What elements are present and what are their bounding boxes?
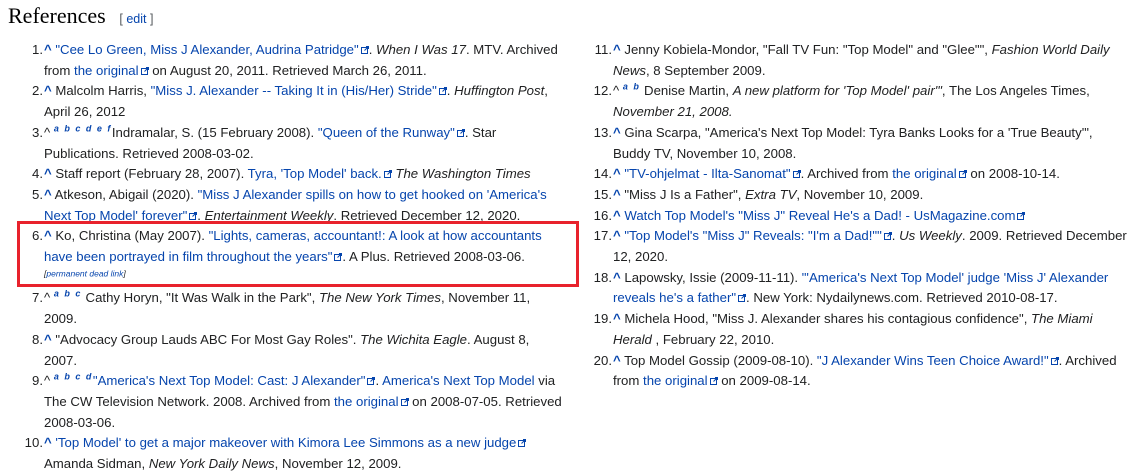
external-link-icon [792, 170, 801, 179]
date-italic: November 21, 2008. [613, 104, 733, 120]
section-title: References [8, 3, 106, 28]
backlink-caret[interactable]: ^ [613, 353, 621, 368]
reference-item: 13. ^ Gina Scarpa, "America's Next Top M… [593, 124, 1093, 161]
external-link-icon [738, 294, 747, 303]
work-title: Us Weekly [899, 228, 962, 244]
backlink-caret[interactable]: ^ [613, 187, 621, 202]
reference-item: 7. ^ a b c Cathy Horyn, "It Was Walk in … [32, 289, 531, 327]
reference-item: 20. ^ Top Model Gossip (2009-08-10). "J … [593, 352, 1117, 389]
backlink-caret[interactable]: ^ [44, 83, 52, 98]
dead-link[interactable]: permanent dead link [46, 268, 123, 278]
external-link-icon [383, 170, 392, 179]
reference-item: 3. ^ a b c d e fIndramalar, S. (15 Febru… [32, 123, 497, 161]
external-link-icon [709, 377, 718, 386]
external-link-icon [438, 87, 447, 96]
backlink-caret[interactable]: ^ [613, 208, 621, 223]
work-title: When I Was 17 [376, 42, 466, 57]
backlink-letters[interactable]: a b c d e f [54, 123, 112, 133]
work-title: A new platform for 'Top Model' pair'" [732, 83, 942, 99]
references-list-left: 1. ^ "Cee Lo Green, Miss J Alexander, Au… [24, 40, 564, 475]
backlink-caret: ^ [44, 124, 51, 140]
citation-link[interactable]: "Miss J. Alexander -- Taking It in (His/… [151, 83, 437, 98]
work-title: The Wichita Eagle [360, 331, 468, 347]
reference-item: 17. ^ "Top Model's "Miss J" Reveals: "I'… [593, 228, 1127, 265]
backlink-caret[interactable]: ^ [44, 166, 52, 181]
citation-link[interactable]: "Queen of the Runway" [318, 125, 455, 140]
dead-link-note: [permanent dead link] [44, 268, 126, 279]
external-link-icon [456, 128, 465, 137]
external-link-icon [400, 397, 409, 406]
external-link-icon [360, 46, 369, 54]
reference-item: 18. ^ Lapowsky, Issie (2009-11-11). "'Am… [593, 269, 1109, 306]
backlink-caret[interactable]: ^ [44, 228, 52, 243]
citation-link[interactable]: Tyra, 'Top Model' back. [248, 166, 382, 181]
reference-item: 9. ^ a b c d"America's Next Top Model: C… [32, 371, 562, 430]
backlink-caret[interactable]: ^ [44, 435, 52, 450]
reference-item: 6. ^ Ko, Christina (May 2007). "Lights, … [32, 228, 542, 279]
backlink-letters[interactable]: a b c [54, 289, 82, 299]
work-title: Huffington Post [454, 83, 545, 99]
citation-link[interactable]: "J Alexander Wins Teen Choice Award!" [817, 353, 1049, 368]
reference-item: 14. ^ "TV-ohjelmat - Ilta-Sanomat". Arch… [593, 166, 1060, 182]
work-title: The New York Times [318, 290, 441, 306]
external-link-icon [883, 232, 892, 241]
backlink-caret[interactable]: ^ [613, 270, 621, 285]
backlink-caret[interactable]: ^ [44, 42, 52, 57]
backlink-caret: ^ [44, 373, 51, 389]
archive-link[interactable]: the original [334, 394, 399, 409]
external-link-icon [140, 66, 149, 75]
reference-item: 2. ^ Malcolm Harris, "Miss J. Alexander … [32, 83, 548, 120]
archive-link[interactable]: the original [643, 373, 708, 388]
reference-item: 5. ^ Atkeson, Abigail (2020). "Miss J Al… [32, 186, 547, 223]
references-heading: References [ edit ] [8, 3, 153, 29]
backlink-letters[interactable]: a b [623, 82, 641, 92]
work-title: Entertainment Weekly [204, 207, 334, 223]
backlink-caret[interactable]: ^ [613, 228, 621, 243]
reference-item: 8. ^ "Advocacy Group Lauds ABC For Most … [32, 331, 530, 368]
external-link-icon [958, 170, 967, 179]
citation-link[interactable]: Watch Top Model's "Miss J" Reveal He's a… [624, 208, 1015, 223]
edit-link[interactable]: edit [126, 12, 146, 26]
citation-link[interactable]: "Top Model's "Miss J" Reveals: "I'm a Da… [624, 228, 881, 243]
backlink-letters[interactable]: a b c d [54, 372, 93, 382]
show-link[interactable]: America's Next Top Model [382, 373, 535, 388]
backlink-caret[interactable]: ^ [613, 166, 621, 181]
reference-item: 15. ^ "Miss J Is a Father", Extra TV, No… [593, 186, 924, 202]
archive-link[interactable]: the original [892, 166, 957, 181]
backlink-caret: ^ [44, 290, 51, 306]
external-link-icon [1050, 356, 1059, 365]
reference-item: 11. ^ Jenny Kobiela-Mondor, "Fall TV Fun… [594, 42, 1110, 78]
external-link-icon [334, 253, 343, 262]
citation-link[interactable]: "America's Next Top Model: Cast: J Alexa… [93, 373, 366, 388]
work-title: The Washington Times [395, 166, 531, 182]
external-link-icon [189, 211, 198, 220]
backlink-caret[interactable]: ^ [613, 125, 621, 140]
citation-link[interactable]: 'Top Model' to get a major makeover with… [55, 435, 516, 450]
citation-link[interactable]: "Cee Lo Green, Miss J Alexander, Audrina… [55, 42, 358, 57]
backlink-caret: ^ [613, 83, 620, 99]
external-link-icon [367, 377, 376, 386]
archive-link[interactable]: the original [74, 63, 139, 78]
reference-item: 4. ^ Staff report (February 28, 2007). T… [32, 166, 531, 182]
edit-section: [ edit ] [119, 12, 154, 26]
work-title: New York Daily News [148, 456, 275, 472]
reference-item: 10. ^ 'Top Model' to get a major makeove… [24, 433, 564, 474]
references-list-right: 11. ^ Jenny Kobiela-Mondor, "Fall TV Fun… [593, 40, 1128, 392]
external-link-icon [518, 439, 527, 448]
backlink-caret[interactable]: ^ [613, 42, 621, 57]
reference-item: 12. ^ a b Denise Martin, A new platform … [593, 82, 1090, 120]
reference-item: 19. ^ Michela Hood, "Miss J. Alexander s… [593, 311, 1093, 347]
external-link-icon [1017, 211, 1026, 220]
reference-item: 16. ^ Watch Top Model's "Miss J" Reveal … [593, 206, 1128, 227]
work-title: Extra TV [745, 186, 797, 202]
reference-item: 1. ^ "Cee Lo Green, Miss J Alexander, Au… [32, 42, 558, 78]
backlink-caret[interactable]: ^ [613, 311, 621, 326]
backlink-caret[interactable]: ^ [44, 332, 52, 347]
backlink-caret[interactable]: ^ [44, 187, 52, 202]
citation-link[interactable]: "TV-ohjelmat - Ilta-Sanomat" [624, 166, 790, 181]
